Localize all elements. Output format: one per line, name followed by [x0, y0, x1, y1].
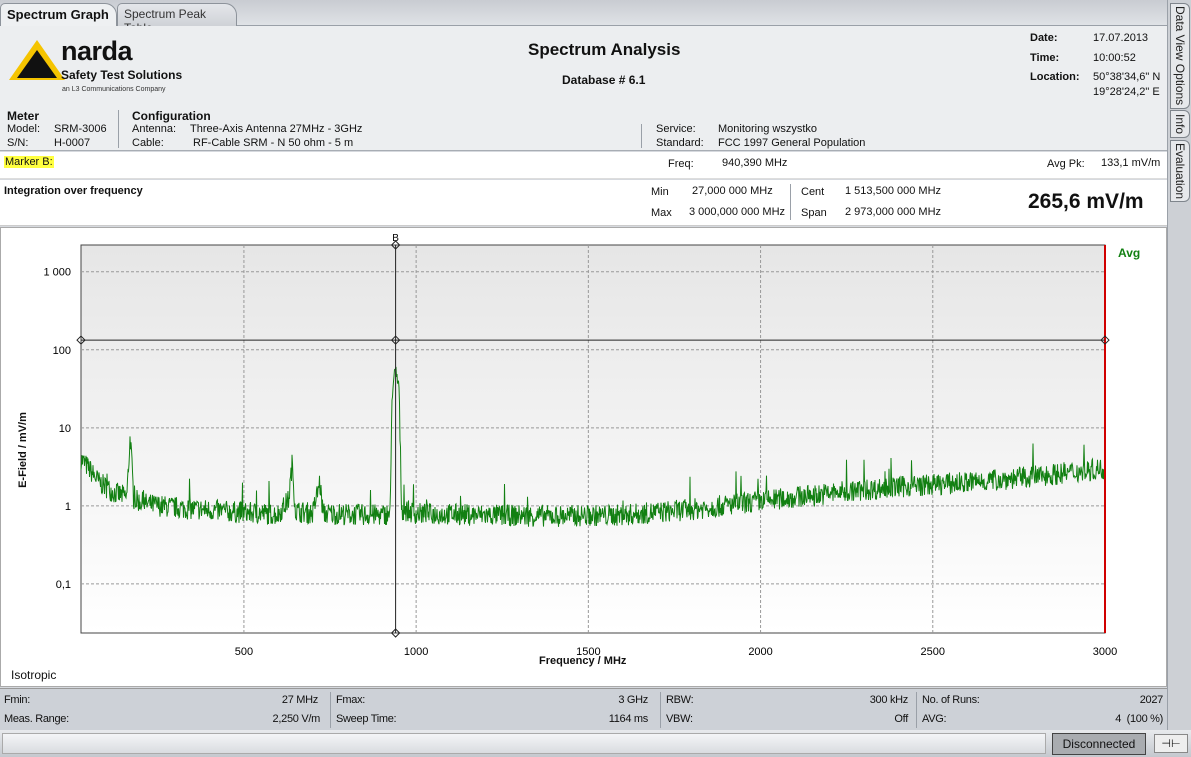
tab-data-view-options[interactable]: Data View Options	[1170, 3, 1190, 109]
warning-triangle-icon	[9, 40, 65, 80]
y-tick-label: 1 000	[43, 267, 71, 279]
marker-label: Marker B:	[4, 156, 54, 168]
integration-result: 265,6 mV/m	[1028, 190, 1144, 213]
x-axis-label: Frequency / MHz	[539, 655, 627, 667]
plug-icon[interactable]: ⊣⊢	[1154, 734, 1188, 753]
divider	[641, 124, 642, 148]
connection-status[interactable]: Disconnected	[1052, 733, 1146, 755]
report-header: narda Safety Test Solutions an L3 Commun…	[0, 26, 1167, 151]
divider	[118, 110, 119, 148]
y-axis-label: E-Field / mV/m	[17, 412, 29, 488]
marker-level: 133,1 mV/m	[1101, 157, 1161, 169]
x-tick-label: 500	[235, 646, 253, 658]
side-tab-bar: Data View Options Info Evaluation	[1167, 0, 1191, 730]
marker-frequency: 940,390 MHz	[722, 157, 788, 169]
tab-info[interactable]: Info	[1170, 110, 1190, 138]
page-title: Spectrum Analysis	[528, 40, 681, 59]
marker-row: Marker B: Freq: 940,390 MHz Avg Pk: 133,…	[0, 152, 1167, 179]
status-field	[2, 733, 1046, 754]
y-tick-label: 0,1	[56, 579, 71, 591]
y-tick-label: 100	[53, 345, 71, 357]
y-tick-label: 10	[59, 423, 71, 435]
legend-avg: Avg	[1118, 246, 1141, 260]
x-tick-label: 1000	[404, 646, 428, 658]
x-tick-label: 2000	[748, 646, 772, 658]
tab-evaluation[interactable]: Evaluation	[1170, 140, 1190, 202]
narda-logo: narda Safety Test Solutions an L3 Commun…	[7, 36, 207, 96]
integration-panel: Integration over frequency Min 27,000 00…	[0, 180, 1167, 226]
x-tick-label: 2500	[921, 646, 945, 658]
divider	[660, 692, 661, 728]
measurement-info: Fmin: 27 MHz Meas. Range: 2,250 V/m Fmax…	[0, 688, 1167, 730]
tab-spectrum-peak-table[interactable]: Spectrum Peak Table	[117, 3, 237, 35]
divider	[330, 692, 331, 728]
marker-b-label: B	[392, 233, 399, 244]
plot-area	[80, 244, 1106, 634]
database-label: Database # 6.1	[562, 73, 646, 87]
tab-bar: Spectrum Graph Spectrum Peak Table	[0, 0, 1167, 35]
x-tick-label: 3000	[1093, 646, 1117, 658]
spectrum-chart: 500 1000 1500 2000 2500 3000 0,1 1 10 100 1 000 B A…	[0, 227, 1167, 687]
divider	[790, 184, 791, 220]
divider	[916, 692, 917, 728]
spectrum-plot[interactable]: 500 1000 1500 2000 2500 30000,11101001 000B	[1, 228, 1166, 686]
status-bar: Disconnected ⊣⊢	[0, 730, 1191, 757]
tab-spectrum-graph[interactable]: Spectrum Graph	[0, 3, 117, 26]
mode-label: Isotropic	[11, 668, 57, 682]
y-tick-label: 1	[65, 501, 71, 513]
